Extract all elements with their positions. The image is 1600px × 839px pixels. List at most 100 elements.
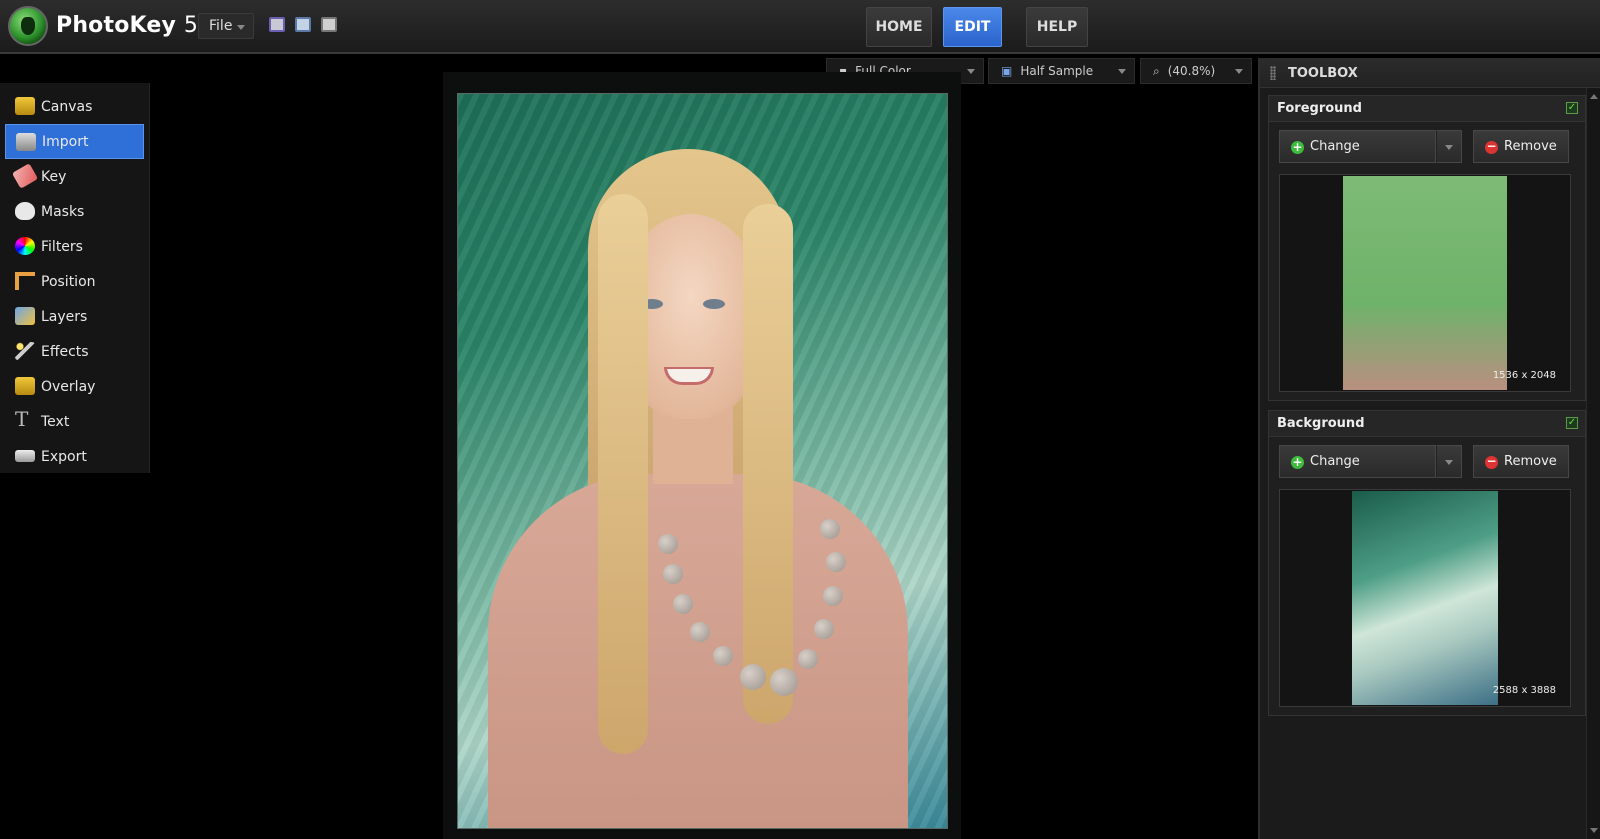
background-title: Background xyxy=(1277,416,1365,431)
sidebar-item-import[interactable]: Import xyxy=(5,124,144,159)
necklace-bead xyxy=(814,619,834,639)
sidebar-item-label: Position xyxy=(41,273,96,290)
toolbox-scrollbar[interactable] xyxy=(1586,88,1600,839)
position-icon xyxy=(15,272,35,290)
background-thumbnail-image xyxy=(1352,491,1498,705)
sidebar-item-export[interactable]: Export xyxy=(5,439,144,474)
foreground-change-dropdown[interactable] xyxy=(1436,130,1462,163)
background-change-dropdown[interactable] xyxy=(1436,445,1462,478)
file-menu-label: File xyxy=(209,18,233,34)
necklace-bead xyxy=(820,519,840,539)
remove-label: Remove xyxy=(1504,139,1557,154)
portrait-hair-strand xyxy=(598,194,648,754)
sidebar-item-label: Effects xyxy=(41,343,89,360)
necklace-bead xyxy=(663,564,683,584)
nav-home-button[interactable]: HOME xyxy=(866,7,932,47)
app-version: 5 xyxy=(183,13,199,38)
toolbox-panel: TOOLBOX Foreground ✓ + Change − Remove 1… xyxy=(1258,58,1600,839)
sample-value: Half Sample xyxy=(1020,64,1094,78)
background-enabled-checkbox[interactable]: ✓ xyxy=(1566,417,1578,429)
sidebar-item-label: Filters xyxy=(41,238,83,255)
drag-handle-icon[interactable] xyxy=(1270,66,1276,80)
layers-icon xyxy=(15,307,35,325)
sidebar-item-filters[interactable]: Filters xyxy=(5,229,144,264)
composite-preview-image[interactable] xyxy=(457,93,948,829)
necklace-bead xyxy=(713,646,733,666)
sidebar-item-label: Layers xyxy=(41,308,88,325)
file-menu-button[interactable]: File xyxy=(198,13,254,39)
portrait-sweater xyxy=(488,474,908,828)
zoom-icon: ⌕ xyxy=(1153,63,1160,78)
sidebar-item-text[interactable]: T Text xyxy=(5,404,144,439)
necklace-bead xyxy=(740,664,766,690)
magic-wand-icon xyxy=(15,342,35,360)
foreground-panel-header: Foreground ✓ xyxy=(1269,96,1585,122)
background-remove-button[interactable]: − Remove xyxy=(1473,445,1569,478)
sidebar-item-overlay[interactable]: Overlay xyxy=(5,369,144,404)
change-label: Change xyxy=(1310,454,1360,469)
foreground-enabled-checkbox[interactable]: ✓ xyxy=(1566,102,1578,114)
overlay-icon xyxy=(15,377,35,395)
plus-icon: + xyxy=(1291,140,1304,154)
foreground-panel: Foreground ✓ + Change − Remove 1536 x 20… xyxy=(1268,95,1586,401)
sidebar-item-canvas[interactable]: Canvas xyxy=(5,89,144,124)
sidebar-item-label: Text xyxy=(41,413,70,430)
monitor-icon: ▣ xyxy=(1001,64,1013,78)
scroll-down-icon[interactable] xyxy=(1590,828,1598,833)
foreground-title: Foreground xyxy=(1277,101,1362,116)
sidebar-item-key[interactable]: Key xyxy=(5,159,144,194)
necklace-bead xyxy=(658,534,678,554)
export-icon xyxy=(15,450,35,462)
open-icon[interactable] xyxy=(295,17,311,32)
nav-help-button[interactable]: HELP xyxy=(1026,7,1088,47)
sidebar-item-label: Key xyxy=(41,168,67,185)
sidebar-item-label: Export xyxy=(41,448,87,465)
necklace-bead xyxy=(673,594,693,614)
remove-label: Remove xyxy=(1504,454,1557,469)
chevron-down-icon xyxy=(1118,69,1126,74)
foreground-change-button[interactable]: + Change xyxy=(1279,130,1436,163)
plus-icon: + xyxy=(1291,455,1304,469)
sidebar-item-label: Masks xyxy=(41,203,85,220)
necklace-bead xyxy=(823,586,843,606)
nav-edit-button[interactable]: EDIT xyxy=(943,7,1002,47)
portrait-eye xyxy=(703,299,725,309)
background-thumbnail[interactable]: 2588 x 3888 xyxy=(1279,489,1571,707)
sample-dropdown[interactable]: ▣ Half Sample xyxy=(988,58,1135,84)
zoom-value: (40.8%) xyxy=(1167,64,1216,78)
toolbox-title: TOOLBOX xyxy=(1288,66,1358,81)
sidebar-item-masks[interactable]: Masks xyxy=(5,194,144,229)
top-bar: PhotoKey 5 File HOME EDIT HELP xyxy=(0,0,1600,54)
sidebar-item-label: Import xyxy=(42,133,89,150)
sidebar-item-label: Canvas xyxy=(41,98,93,115)
foreground-thumbnail-image xyxy=(1343,176,1507,390)
toolbox-header: TOOLBOX xyxy=(1260,58,1600,88)
photokey-logo xyxy=(8,6,48,46)
eraser-icon xyxy=(11,163,39,189)
chevron-down-icon xyxy=(237,25,245,30)
foreground-thumbnail[interactable]: 1536 x 2048 xyxy=(1279,174,1571,392)
app-name: PhotoKey xyxy=(56,13,177,38)
chevron-down-icon xyxy=(967,69,975,74)
text-icon: T xyxy=(15,407,29,431)
print-icon[interactable] xyxy=(321,17,337,32)
background-panel: Background ✓ + Change − Remove 2588 x 38… xyxy=(1268,410,1586,716)
foreground-dimensions: 1536 x 2048 xyxy=(1492,370,1556,381)
scroll-up-icon[interactable] xyxy=(1590,94,1598,99)
foreground-remove-button[interactable]: − Remove xyxy=(1473,130,1569,163)
necklace-bead xyxy=(690,622,710,642)
background-panel-header: Background ✓ xyxy=(1269,411,1585,437)
background-change-button[interactable]: + Change xyxy=(1279,445,1436,478)
sidebar-item-label: Overlay xyxy=(41,378,96,395)
save-icon[interactable] xyxy=(269,17,285,32)
color-wheel-icon xyxy=(15,237,35,255)
zoom-dropdown[interactable]: ⌕ (40.8%) xyxy=(1140,58,1252,84)
sidebar-item-effects[interactable]: Effects xyxy=(5,334,144,369)
mask-icon xyxy=(15,202,35,220)
minus-icon: − xyxy=(1485,139,1498,154)
chevron-down-icon xyxy=(1235,69,1243,74)
sidebar-item-position[interactable]: Position xyxy=(5,264,144,299)
necklace-bead xyxy=(770,668,798,696)
sidebar-item-layers[interactable]: Layers xyxy=(5,299,144,334)
necklace-bead xyxy=(798,649,818,669)
